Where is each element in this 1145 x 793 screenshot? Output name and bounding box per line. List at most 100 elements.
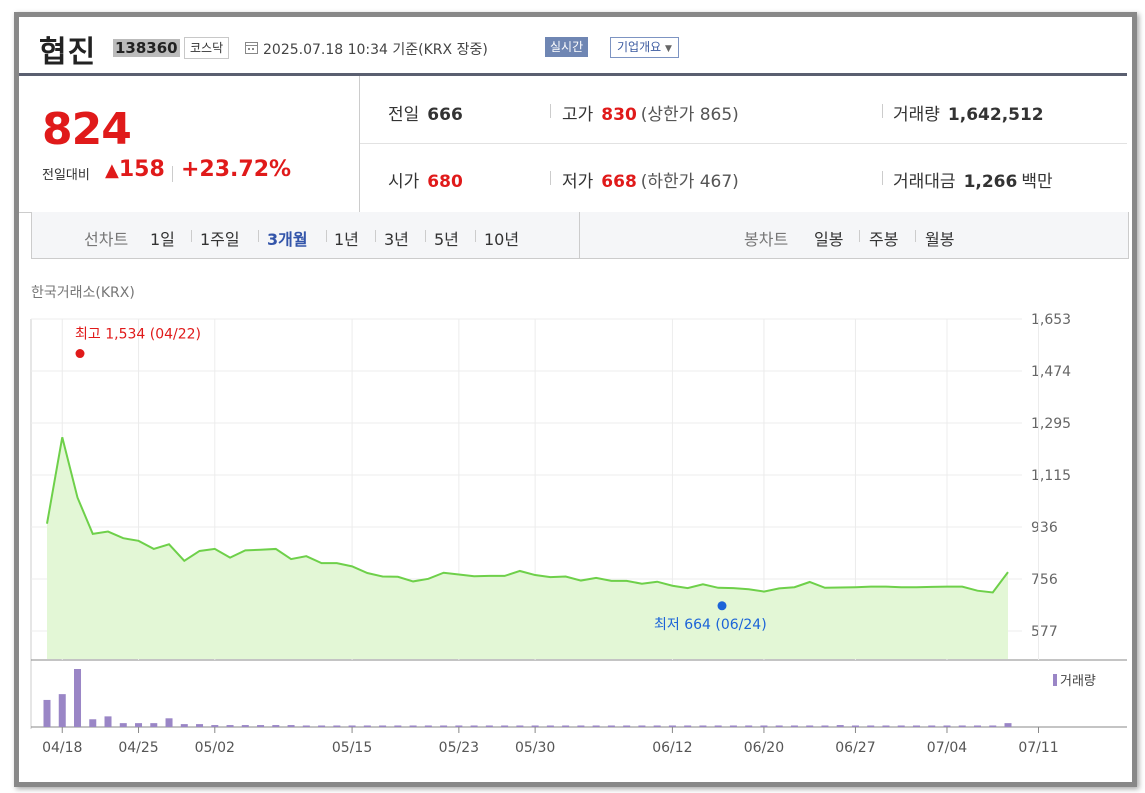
volume-bar <box>592 725 600 727</box>
volume-bar <box>745 725 753 727</box>
volume-bar <box>897 725 905 727</box>
stock-name: 협진 <box>39 35 97 70</box>
volume-bar <box>684 725 692 727</box>
stat-label: 거래대금 <box>893 172 956 192</box>
volume-bar <box>196 724 204 727</box>
stat-open: 시가 680 <box>388 167 463 192</box>
x-tick-label: 04/25 <box>118 740 158 756</box>
volume-bar <box>806 725 814 727</box>
divider <box>375 230 376 242</box>
price-box: 824 전일대비 ▲158 +23.72% <box>19 76 360 213</box>
market-badge: 코스닥 <box>184 37 230 59</box>
volume-bar <box>333 725 341 727</box>
volume-bar <box>180 724 188 727</box>
candle-weekly[interactable]: 주봉 <box>869 226 898 250</box>
stat-label: 거래량 <box>893 105 940 125</box>
divider <box>191 230 192 242</box>
divider <box>882 171 883 185</box>
stock-code: 138360 <box>113 39 180 57</box>
stat-sub: (하한가 467) <box>640 172 739 192</box>
stat-volume: 거래량 1,642,512 <box>893 100 1044 125</box>
company-info-dropdown[interactable]: 기업개요 ▼ <box>610 37 679 58</box>
stat-value: 666 <box>427 105 463 125</box>
stat-label: 전일 <box>388 105 420 125</box>
prev-diff-label: 전일대비 <box>42 168 90 183</box>
volume-bar <box>272 725 280 727</box>
title-bar: 협진 138360 코스닥 2025.07.18 10:34 기준(KRX 장중… <box>19 17 1127 73</box>
volume-bar <box>409 725 417 727</box>
volume-bar <box>424 725 432 727</box>
volume-bar <box>958 725 966 727</box>
volume-bar <box>790 725 798 727</box>
volume-bar <box>43 699 51 727</box>
volume-bar <box>1004 723 1012 727</box>
stat-label: 고가 <box>562 105 594 125</box>
volume-bar <box>135 723 143 727</box>
volume-bar <box>867 725 875 727</box>
line-chart-label: 선차트 <box>84 230 129 249</box>
period-3m[interactable]: 3개월 <box>267 226 308 250</box>
y-tick-label: 577 <box>1031 624 1058 640</box>
candle-daily[interactable]: 일봉 <box>814 226 843 250</box>
stat-value: 668 <box>601 172 637 192</box>
high-marker <box>75 349 85 359</box>
divider <box>550 104 551 118</box>
x-tick-label: 05/02 <box>195 740 235 756</box>
volume-bar <box>973 725 981 727</box>
divider <box>326 230 327 242</box>
period-1y[interactable]: 1년 <box>334 226 359 250</box>
volume-bar <box>150 723 158 727</box>
divider <box>579 212 580 258</box>
x-tick-label: 07/11 <box>1018 740 1058 756</box>
volume-bar <box>836 725 844 727</box>
row-divider <box>360 143 1127 144</box>
divider <box>258 230 259 242</box>
volume-bar <box>928 725 936 727</box>
volume-bar <box>577 725 585 727</box>
period-3y[interactable]: 3년 <box>384 226 409 250</box>
period-10y[interactable]: 10년 <box>484 226 519 250</box>
x-tick-label: 05/30 <box>515 740 555 756</box>
low-annotation-label: 최저 664 (06/24) <box>654 617 767 633</box>
volume-bar <box>485 725 493 727</box>
price-chart[interactable]: 1,653 1,474 1,295 1,115 936 756 577 04/18 04/25 0… <box>19 258 1127 768</box>
stat-amount: 거래대금 1,266 백만 <box>893 167 1053 192</box>
volume-bar <box>912 725 920 727</box>
price-change-value: 158 <box>118 157 165 182</box>
period-5y[interactable]: 5년 <box>434 226 459 250</box>
period-1d[interactable]: 1일 <box>150 226 175 250</box>
stat-label: 저가 <box>562 172 594 192</box>
divider <box>915 230 916 242</box>
stats-panel: 전일 666 고가 830 (상한가 865) 거래량 1,642,512 시가 680 … <box>360 76 1127 213</box>
volume-bar <box>882 725 890 727</box>
volume-legend-label: 거래량 <box>1060 674 1096 689</box>
realtime-button[interactable]: 실시간 <box>545 37 589 57</box>
volume-bar <box>470 725 478 727</box>
x-tick-label: 05/15 <box>332 740 372 756</box>
volume-bar <box>531 725 539 727</box>
volume-bar <box>562 725 570 727</box>
volume-bar <box>348 725 356 727</box>
x-tick-label: 06/20 <box>744 740 784 756</box>
volume-bar <box>729 725 737 727</box>
volume-legend-swatch <box>1053 674 1057 686</box>
volume-bar <box>943 725 951 727</box>
period-1w[interactable]: 1주일 <box>200 226 240 250</box>
volume-bar <box>638 725 646 727</box>
volume-bar <box>699 725 707 727</box>
volume-bar <box>760 725 768 727</box>
price-area-fill <box>47 437 1008 659</box>
stock-widget: 협진 138360 코스닥 2025.07.18 10:34 기준(KRX 장중… <box>14 12 1137 787</box>
divider <box>475 230 476 242</box>
volume-bar <box>653 725 661 727</box>
volume-bar <box>714 725 722 727</box>
up-triangle-icon: ▲ <box>105 160 119 181</box>
high-annotation-label: 최고 1,534 (04/22) <box>75 327 201 343</box>
stat-high: 고가 830 (상한가 865) <box>562 100 739 125</box>
volume-bar <box>119 723 127 727</box>
candle-monthly[interactable]: 월봉 <box>925 226 954 250</box>
volume-bar <box>363 725 371 727</box>
volume-bar <box>74 669 82 727</box>
stat-value: 1,642,512 <box>947 105 1044 125</box>
x-tick-label: 04/18 <box>42 740 82 756</box>
